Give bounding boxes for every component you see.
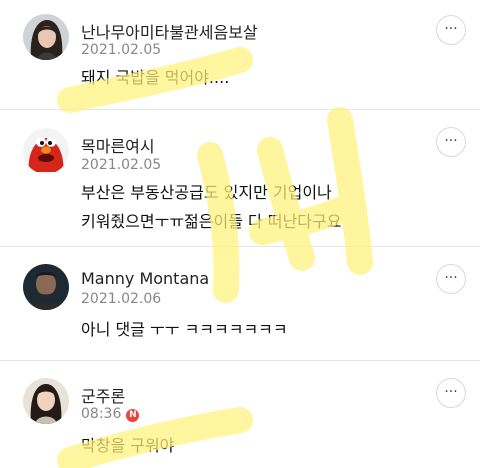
avatar[interactable] xyxy=(23,14,69,60)
comment-item: 난나무아미타불관세음보살 2021.02.05 돼지 국밥을 먹어야.... ·… xyxy=(0,0,480,110)
avatar[interactable] xyxy=(23,128,69,174)
comment-author[interactable]: 군주론 xyxy=(81,383,125,407)
red-monster-avatar xyxy=(23,128,69,174)
more-options-button[interactable]: ··· xyxy=(436,264,466,294)
comment-item: Manny Montana 2021.02.06 아니 댓글 ㅜㅜ ㅋㅋㅋㅋㅋㅋ… xyxy=(0,247,480,361)
more-options-button[interactable]: ··· xyxy=(436,15,466,45)
new-badge: N xyxy=(126,409,140,422)
comment-text-line: 부산은 부동산공급도 있지만 기업이나 xyxy=(81,183,332,202)
comment-author[interactable]: Manny Montana xyxy=(81,269,209,288)
comment-item: 목마른여시 2021.02.05 부산은 부동산공급도 있지만 기업이나 키워줬… xyxy=(0,110,480,247)
comment-text: 막창을 구워야 xyxy=(81,436,175,455)
comment-author[interactable]: 목마른여시 xyxy=(81,133,155,157)
woman-portrait-avatar xyxy=(23,14,69,60)
comment-text-line: 키워줬으면ㅜㅠ젊은이들 다 떠난다구요 xyxy=(81,212,342,231)
comment-date: 2021.02.05 xyxy=(81,42,162,58)
comment-text: 아니 댓글 ㅜㅜ ㅋㅋㅋㅋㅋㅋㅋ xyxy=(81,320,288,339)
comment-date: 2021.02.05 xyxy=(81,157,162,173)
avatar[interactable] xyxy=(23,264,69,310)
avatar[interactable] xyxy=(23,378,69,424)
comment-item: 군주론 08:36 N 막창을 구워야 ··· xyxy=(0,361,480,468)
more-options-button[interactable]: ··· xyxy=(436,127,466,157)
comment-date-text: 08:36 xyxy=(81,406,122,422)
comment-text: 돼지 국밥을 먹어야.... xyxy=(81,68,230,87)
comment-date: 08:36 N xyxy=(81,406,140,422)
comment-date: 2021.02.06 xyxy=(81,291,162,307)
girl-portrait-avatar xyxy=(23,378,69,424)
man-portrait-avatar xyxy=(23,264,69,310)
more-options-button[interactable]: ··· xyxy=(436,378,466,408)
comment-author[interactable]: 난나무아미타불관세음보살 xyxy=(81,19,258,43)
